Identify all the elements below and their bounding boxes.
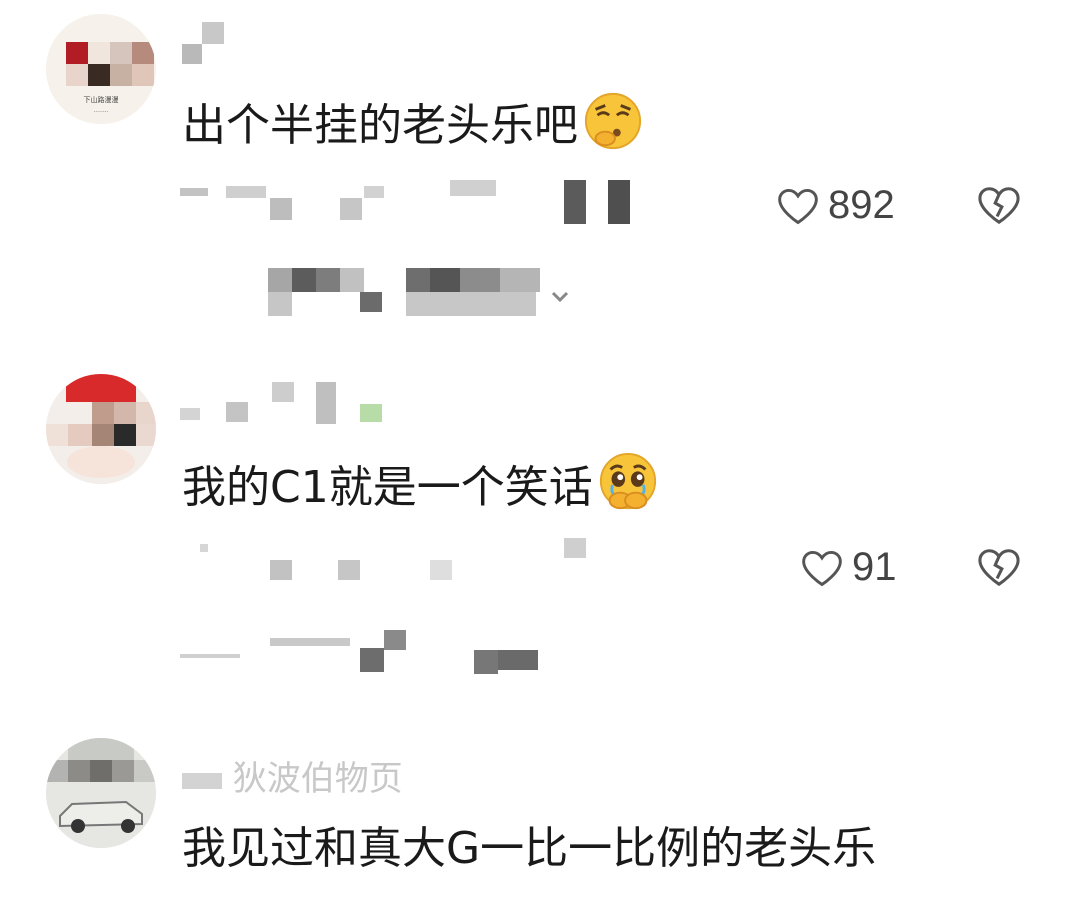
like-count: 91 [852,545,897,589]
thinking-face-emoji [584,92,642,150]
like-count: 892 [828,183,895,227]
chevron-down-icon [551,291,569,303]
like-button[interactable]: 892 [776,183,895,228]
svg-text:下山路漫漫: 下山路漫漫 [84,95,119,104]
holding-back-tears-emoji [599,452,656,510]
avatar[interactable]: 下山路漫漫 ........ [46,14,156,124]
heart-outline-icon [778,188,818,224]
avatar[interactable] [46,738,156,848]
comment-text: 出个半挂的老头乐吧 [182,92,644,152]
comment-text: 我见过和真大G一比一比例的老头乐 [182,823,877,874]
avatar[interactable] [46,374,156,484]
broken-heart-icon[interactable] [976,546,1022,588]
like-button[interactable]: 91 [800,545,897,590]
username-partial[interactable]: 狄波伯物页 [182,762,403,796]
svg-text:........: ........ [93,107,108,114]
comment-text: 我的C1就是一个笑话 [182,452,659,514]
broken-heart-icon[interactable] [976,184,1022,226]
heart-outline-icon [802,550,842,586]
